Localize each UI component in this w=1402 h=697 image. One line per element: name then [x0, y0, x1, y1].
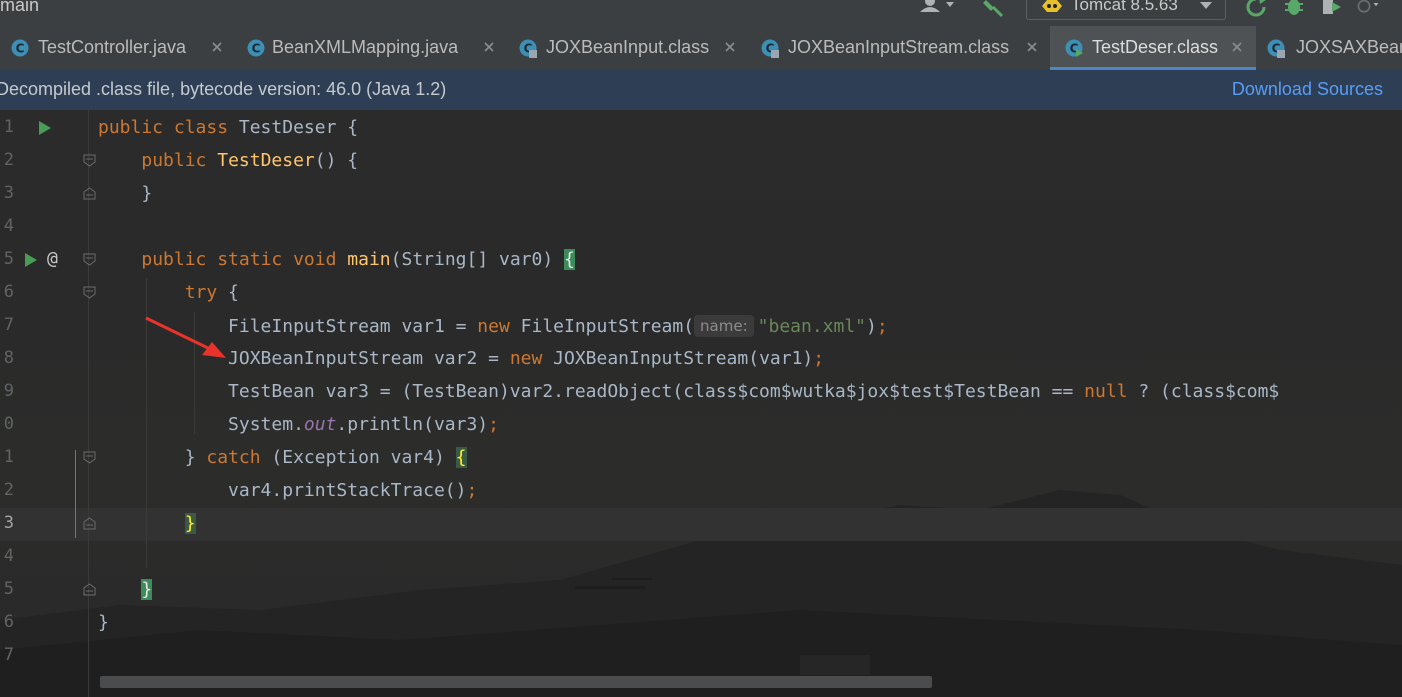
java-class-icon: C: [247, 39, 265, 57]
build-hammer-icon[interactable]: [982, 0, 1008, 18]
run-class-icon[interactable]: [38, 120, 52, 136]
code-line-10: System.out.println(var3);: [228, 414, 499, 435]
code-line-3: }: [141, 183, 153, 204]
line-number[interactable]: 1: [0, 447, 14, 467]
matched-brace: {: [564, 249, 575, 270]
matched-brace: {: [455, 447, 467, 468]
tab-label: JOXBeanInputStream.class: [788, 37, 1010, 57]
fold-start-icon[interactable]: [83, 253, 96, 266]
line-number[interactable]: 6: [0, 282, 14, 302]
close-icon[interactable]: [1025, 40, 1039, 54]
line-number[interactable]: 8: [0, 348, 14, 368]
coverage-icon[interactable]: [1320, 0, 1344, 18]
code-editor[interactable]: 1 2 3 4 5 6 7 8 9 0 1 2 3 4 5 6 7 @ public class TestDes…: [0, 110, 1402, 697]
line-number[interactable]: 7: [0, 315, 14, 335]
code-line-16: }: [98, 612, 109, 633]
editor-tab-bar: C TestController.java C BeanXMLMapping.j…: [0, 26, 1402, 71]
code-line-5: public static void main(String[] var0) {: [141, 249, 575, 270]
tab-label: JOXSAXBear: [1296, 37, 1402, 57]
line-number[interactable]: 2: [0, 150, 14, 170]
matched-brace: }: [184, 513, 196, 534]
code-line-11: } catch (Exception var4) {: [184, 447, 467, 468]
chevron-down-icon: [1200, 2, 1212, 9]
run-main-icon[interactable]: [24, 252, 38, 268]
code-line-1: public class TestDeser {: [98, 117, 359, 138]
fold-end-icon[interactable]: [83, 583, 96, 596]
run-config-label: Tomcat 8.5.63: [1071, 0, 1178, 14]
red-annotation-arrow: [145, 316, 226, 358]
tab-joxbeaninput[interactable]: C JOXBeanInput.class: [508, 26, 750, 70]
line-number[interactable]: 2: [0, 480, 14, 500]
main-toolbar: main Tomcat 8.5.63: [0, 0, 1402, 26]
line-number[interactable]: 3: [0, 183, 14, 203]
code-line-15: }: [98, 579, 153, 600]
tab-beanxmlmapping[interactable]: C BeanXMLMapping.java: [236, 26, 508, 70]
close-icon[interactable]: [1230, 40, 1244, 54]
decompiled-notice-banner: Decompiled .class file, bytecode version…: [0, 70, 1402, 111]
code-line-9: TestBean var3 = (TestBean)var2.readObjec…: [228, 381, 1280, 402]
tab-label: JOXBeanInput.class: [546, 37, 710, 57]
line-number[interactable]: 4: [0, 216, 14, 236]
svg-text:C: C: [252, 42, 261, 56]
line-number[interactable]: 0: [0, 414, 14, 434]
fold-start-icon[interactable]: [83, 286, 96, 299]
line-number[interactable]: 4: [0, 546, 14, 566]
matched-brace: }: [141, 579, 153, 600]
decompiled-class-icon: C: [761, 39, 779, 58]
vcs-change-marker: [75, 450, 76, 538]
line-number[interactable]: 5: [0, 249, 14, 269]
download-sources-link[interactable]: Download Sources: [1232, 79, 1383, 100]
close-icon[interactable]: [482, 40, 496, 54]
tab-joxsaxbean[interactable]: C JOXSAXBear: [1256, 26, 1402, 70]
tab-joxbeaninputstream[interactable]: C JOXBeanInputStream.class: [750, 26, 1050, 70]
run-configuration-select[interactable]: Tomcat 8.5.63: [1026, 0, 1226, 20]
fold-end-icon[interactable]: [83, 517, 96, 530]
tab-label: BeanXMLMapping.java: [272, 37, 459, 57]
tab-testcontroller[interactable]: C TestController.java: [0, 26, 236, 70]
branch-label[interactable]: main: [0, 0, 39, 16]
profile-icon[interactable]: [1356, 0, 1380, 18]
decompiled-class-icon: C: [1065, 39, 1083, 57]
code-line-2: public TestDeser() {: [141, 150, 359, 171]
line-number[interactable]: 3: [0, 513, 14, 533]
user-icon[interactable]: [918, 0, 960, 18]
tomcat-icon: [1042, 0, 1062, 12]
code-line-6: try {: [184, 282, 239, 303]
parameter-hint: name:: [694, 315, 754, 337]
annotation-marker-icon[interactable]: @: [47, 248, 58, 269]
line-number[interactable]: 7: [0, 645, 14, 665]
line-number[interactable]: 6: [0, 612, 14, 632]
current-line-highlight: [0, 508, 1402, 541]
tab-label: TestDeser.class: [1092, 37, 1219, 57]
decompiled-class-icon: C: [519, 39, 537, 58]
fold-end-icon[interactable]: [83, 187, 96, 200]
code-line-13: }: [98, 513, 196, 534]
fold-start-icon[interactable]: [83, 154, 96, 167]
java-class-icon: C: [11, 39, 29, 57]
rerun-icon[interactable]: [1244, 0, 1268, 18]
tab-testdeser[interactable]: C TestDeser.class: [1050, 26, 1256, 70]
close-icon[interactable]: [210, 40, 224, 54]
decompiled-class-icon: C: [1267, 39, 1285, 58]
close-icon[interactable]: [723, 40, 737, 54]
tab-label: TestController.java: [38, 37, 187, 57]
line-number[interactable]: 5: [0, 579, 14, 599]
horizontal-scrollbar[interactable]: [100, 676, 932, 688]
svg-text:C: C: [16, 42, 25, 56]
code-line-12: var4.printStackTrace();: [228, 480, 478, 501]
background-landscape-image: [0, 490, 1402, 697]
banner-message: Decompiled .class file, bytecode version…: [0, 79, 447, 99]
fold-start-icon[interactable]: [83, 451, 96, 464]
debug-icon[interactable]: [1282, 0, 1306, 18]
line-number[interactable]: 9: [0, 381, 14, 401]
line-number[interactable]: 1: [0, 117, 14, 137]
